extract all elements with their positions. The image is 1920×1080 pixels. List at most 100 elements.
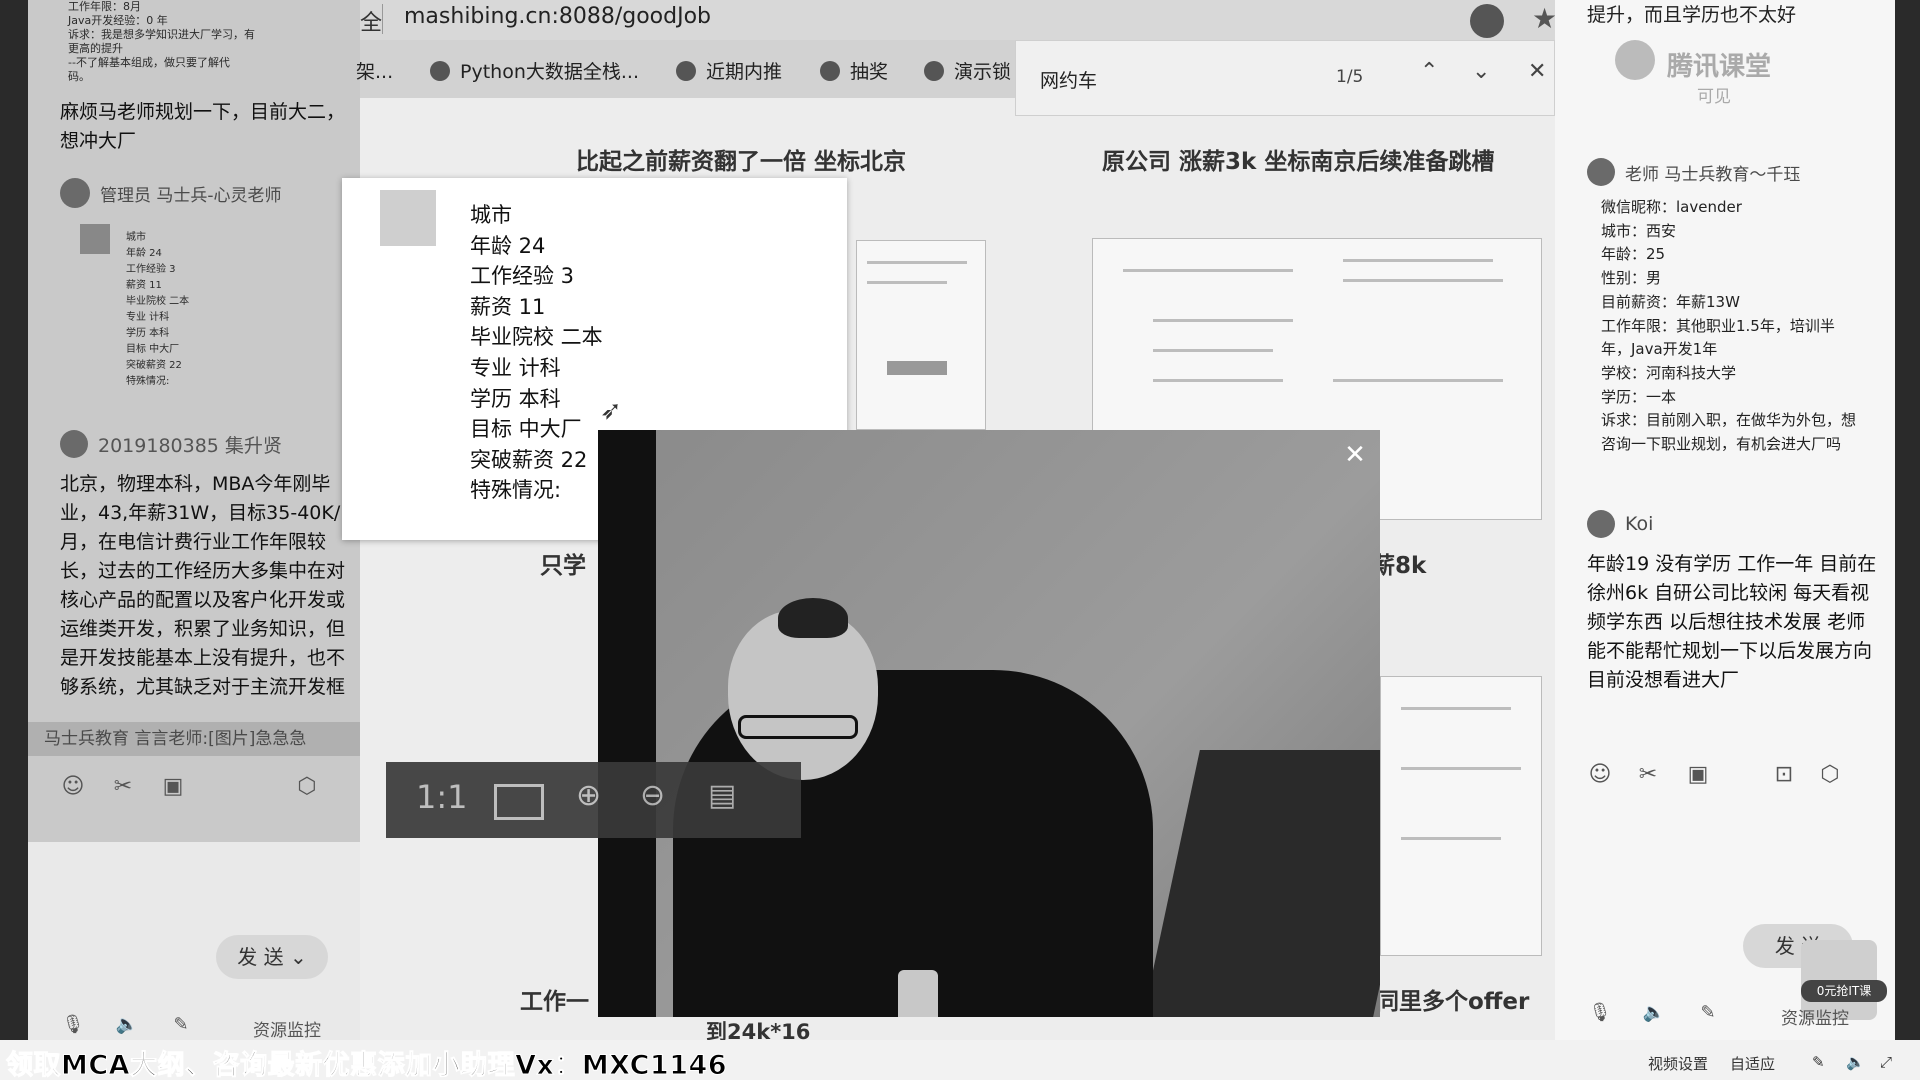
logo-icon xyxy=(1615,40,1655,80)
image-icon[interactable]: ▣ xyxy=(160,774,186,800)
save-icon[interactable]: ▤ xyxy=(708,778,736,813)
tiny-line: 毕业院校 二本 xyxy=(126,296,190,307)
info-line: 特殊情况: xyxy=(470,478,562,503)
settings-icon[interactable]: ⬡ xyxy=(1817,762,1843,788)
zoom-in-icon[interactable]: ⊕ xyxy=(576,778,601,813)
avatar xyxy=(60,430,88,458)
resource-monitor-link[interactable]: 资源监控 xyxy=(1781,1004,1849,1029)
webcam-video[interactable] xyxy=(598,430,1380,1017)
chat-notice-bar[interactable]: 马士兵教育 言言老师:[图片]急急急 xyxy=(28,722,360,756)
chevron-up-icon[interactable]: ⌃ xyxy=(1420,59,1438,84)
promo-badge[interactable]: 0元抢IT课 xyxy=(1801,980,1887,1002)
tiny-line: 年龄 24 xyxy=(126,248,162,259)
emoji-icon[interactable]: ☺ xyxy=(60,774,86,800)
zoom-out-icon[interactable]: ⊖ xyxy=(640,778,665,813)
star-icon[interactable]: ★ xyxy=(1532,2,1557,35)
adaptive-button[interactable]: 自适应 xyxy=(1730,1053,1775,1074)
bookmark-item[interactable]: Python大数据全栈... xyxy=(430,57,639,84)
chevron-down-icon[interactable]: ⌄ xyxy=(1472,59,1490,84)
avatar xyxy=(380,190,436,246)
info-line: 目前薪资：年薪13W xyxy=(1601,292,1740,311)
avatar xyxy=(80,224,110,254)
speaker-icon[interactable]: 🔈 xyxy=(114,1012,140,1038)
chat-user-name: Koi xyxy=(1625,513,1654,535)
send-label: 发 送 xyxy=(237,945,284,969)
microphone-icon[interactable]: 🎙 xyxy=(60,1012,86,1038)
bookmark-item[interactable]: 近期内推 xyxy=(676,57,782,84)
text-line xyxy=(1153,349,1273,352)
url-text[interactable]: mashibing.cn:8088/goodJob xyxy=(404,4,711,29)
info-line: 诉求：目前刚入职，在做华为外包，想咨询一下职业规划，有机会进大厂吗 xyxy=(1601,411,1857,454)
profile-icon[interactable] xyxy=(1470,4,1504,38)
text-line xyxy=(867,281,947,284)
info-line: 学校：河南科技大学 xyxy=(1601,363,1737,382)
gift-icon[interactable]: ⊡ xyxy=(1771,762,1797,788)
chat-image-thumb[interactable]: 城市 年龄 24 工作经验 3 薪资 11 毕业院校 二本 专业 计科 学历 本… xyxy=(126,230,256,390)
text-line xyxy=(1401,837,1501,840)
chat-user-row: 2019180385 集升贤 xyxy=(60,430,282,458)
left-chat-panel: 工作年限：8月 Java开发经验：0 年 诉求：我是想多学知识进大厂学习，有 更… xyxy=(28,0,360,1041)
pen-icon[interactable]: ✎ xyxy=(1812,1053,1825,1071)
video-settings-button[interactable]: 视频设置 xyxy=(1648,1053,1708,1074)
bookmark-item[interactable]: 演示锁 xyxy=(924,57,1011,84)
avatar xyxy=(1587,158,1615,186)
bookmark-label: 近期内推 xyxy=(706,61,783,83)
emoji-icon[interactable]: ☺ xyxy=(1587,762,1613,788)
pen-icon[interactable]: ✎ xyxy=(168,1012,194,1038)
chat-user-name: 2019180385 集升贤 xyxy=(98,434,282,457)
send-button[interactable]: 发 送 ⌄ xyxy=(216,935,328,979)
link-icon xyxy=(676,61,696,81)
fit-window-icon[interactable] xyxy=(494,784,544,820)
find-input[interactable]: 网约车 xyxy=(1040,66,1097,93)
info-line: 专业 计科 xyxy=(470,355,561,380)
tiny-line: 诉求：我是想多学知识进大厂学习，有 xyxy=(68,28,255,41)
text-line xyxy=(1401,707,1511,710)
video-edge xyxy=(598,430,656,1017)
chat-top-info: 工作年限：8月 Java开发经验：0 年 诉求：我是想多学知识进大厂学习，有 更… xyxy=(68,0,318,84)
promo-banner-text: 领取MCA大纲、咨询最新优惠添加小助理Vx：MXC1146 xyxy=(5,1050,728,1080)
microphone-icon[interactable]: 🎙 xyxy=(1587,1000,1613,1026)
speaker-icon[interactable]: 🔈 xyxy=(1846,1053,1865,1071)
resource-monitor-link[interactable]: 资源监控 xyxy=(253,1016,321,1041)
tiny-line: 突破薪资 22 xyxy=(126,360,182,371)
scissors-icon[interactable]: ✂ xyxy=(1635,762,1661,788)
story-title: 同里多个offer xyxy=(1376,989,1530,1015)
screenshot-thumbnail[interactable] xyxy=(856,240,986,430)
info-line: 城市 xyxy=(470,203,512,227)
chat-message: 年龄19 没有学历 工作一年 目前在徐州6k 自研公司比较闲 每天看视频学东西 … xyxy=(1587,553,1877,691)
image-zoom-toolbar: 1:1 ⊕ ⊖ ▤ xyxy=(386,762,801,838)
info-line: 学历：一本 xyxy=(1601,387,1677,406)
close-icon[interactable]: ✕ xyxy=(1528,59,1546,84)
fullscreen-icon[interactable]: ⤢ xyxy=(1880,1053,1892,1071)
presenter-glasses xyxy=(738,715,858,739)
text-line xyxy=(1153,319,1293,322)
story-title: 工作一 xyxy=(520,989,589,1015)
story-title: 薪8k xyxy=(1372,553,1427,579)
text-line xyxy=(1343,259,1493,262)
scissors-icon[interactable]: ✂ xyxy=(110,774,136,800)
text-line xyxy=(867,261,967,264)
tiny-line: 更高的提升 xyxy=(68,42,123,55)
speaker-icon[interactable]: 🔈 xyxy=(1641,1000,1667,1026)
cup xyxy=(898,970,938,1017)
bookmark-item[interactable]: 架... xyxy=(356,57,393,84)
close-icon[interactable]: ✕ xyxy=(1340,440,1370,470)
image-icon[interactable]: ▣ xyxy=(1685,762,1711,788)
screenshot-thumbnail[interactable] xyxy=(1380,676,1542,956)
find-bar: 网约车 1/5 ⌃ ⌄ ✕ xyxy=(1015,40,1555,116)
info-line: 工作经验 3 xyxy=(470,264,575,289)
pen-icon[interactable]: ✎ xyxy=(1695,1000,1721,1026)
python-icon xyxy=(430,61,450,81)
bookmark-item[interactable]: 抽奖 xyxy=(820,57,888,84)
tiny-line: 码。 xyxy=(68,70,90,83)
info-line: 突破薪资 22 xyxy=(470,447,588,472)
chat-user-name: 管理员 马士兵-心灵老师 xyxy=(100,185,282,206)
tiny-line: 专业 计科 xyxy=(126,312,170,323)
address-bar[interactable]: 全 mashibing.cn:8088/goodJob ★ xyxy=(360,0,1557,40)
actual-size-button[interactable]: 1:1 xyxy=(416,778,468,816)
settings-icon[interactable]: ⬡ xyxy=(294,774,320,800)
globe-icon xyxy=(924,61,944,81)
tiny-line: 特殊情况: xyxy=(126,376,170,387)
bookmark-label: 抽奖 xyxy=(850,61,889,83)
chat-message: 北京，物理本科，MBA今年刚毕业，43,年薪31W，目标35-40K/月，在电信… xyxy=(60,473,345,698)
